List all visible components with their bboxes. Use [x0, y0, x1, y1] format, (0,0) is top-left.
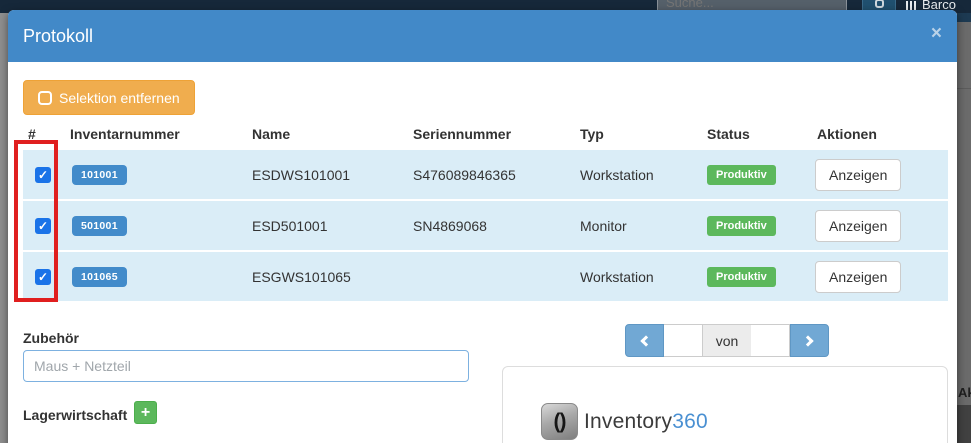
- warehouse-label: Lagerwirtschaft: [23, 407, 127, 423]
- row-serial: SN4869068: [413, 218, 487, 234]
- col-header-check: #: [28, 126, 36, 142]
- background-block-fragment: [957, 405, 971, 443]
- table-row: ✓ 101065 ESGWS101065 Workstation Produkt…: [23, 252, 948, 301]
- check-icon: ✓: [38, 271, 48, 283]
- table-row: ✓ 101001 ESDWS101001 S476089846365 Works…: [23, 150, 948, 199]
- chevron-left-icon: [640, 335, 651, 346]
- modal-header: Protokoll ×: [8, 10, 957, 62]
- accessories-label: Zubehör: [23, 330, 79, 346]
- previous-page-button[interactable]: [625, 324, 664, 357]
- accessories-input[interactable]: [23, 350, 469, 382]
- camera-icon: [875, 0, 884, 8]
- col-header-serial: Seriennummer: [413, 126, 511, 142]
- table-row: ✓ 501001 ESD501001 SN4869068 Monitor Pro…: [23, 201, 948, 250]
- row-name: ESDWS101001: [252, 167, 350, 183]
- background-divider-fragment: [957, 88, 971, 89]
- pagination: von: [625, 324, 829, 357]
- table-header: # Inventarnummer Name Seriennummer Typ S…: [23, 124, 948, 148]
- inventory360-logo-icon: (): [541, 403, 578, 440]
- show-button[interactable]: Anzeigen: [815, 261, 901, 293]
- inventory-number-badge: 101001: [72, 165, 127, 185]
- remove-selection-button[interactable]: Selektion entfernen: [23, 80, 195, 115]
- col-header-actions: Aktionen: [817, 126, 877, 142]
- row-type: Workstation: [580, 167, 654, 183]
- chevron-right-icon: [802, 335, 813, 346]
- check-icon: ✓: [38, 169, 48, 181]
- row-checkbox[interactable]: ✓: [35, 218, 51, 234]
- show-button[interactable]: Anzeigen: [815, 159, 901, 191]
- protokoll-modal: Protokoll × Selektion entfernen # Invent…: [8, 10, 957, 443]
- inventory-number-badge: 501001: [72, 216, 127, 236]
- col-header-inventory: Inventarnummer: [70, 126, 180, 142]
- backdrop-left: [0, 13, 8, 443]
- status-badge: Produktiv: [707, 165, 776, 185]
- add-warehouse-button[interactable]: +: [134, 401, 157, 424]
- show-button[interactable]: Anzeigen: [815, 210, 901, 242]
- row-name: ESD501001: [252, 218, 328, 234]
- col-header-status: Status: [707, 126, 750, 142]
- total-pages-input[interactable]: [751, 324, 790, 357]
- checkbox-outline-icon: [38, 91, 52, 105]
- row-name: ESGWS101065: [252, 269, 351, 285]
- modal-title: Protokoll: [23, 10, 93, 62]
- row-type: Workstation: [580, 269, 654, 285]
- row-checkbox[interactable]: ✓: [35, 167, 51, 183]
- current-page-input[interactable]: [664, 324, 703, 357]
- status-badge: Produktiv: [707, 267, 776, 287]
- col-header-type: Typ: [580, 126, 604, 142]
- backdrop-right: Ak: [957, 13, 971, 443]
- background-text-fragment: Ak: [958, 385, 971, 400]
- branding-card: () Inventory360: [502, 366, 948, 443]
- status-badge: Produktiv: [707, 216, 776, 236]
- inventory360-logo: () Inventory360: [541, 403, 708, 440]
- row-checkbox[interactable]: ✓: [35, 269, 51, 285]
- background-panel-fragment: [957, 13, 971, 22]
- pagination-separator: von: [703, 324, 751, 357]
- logo-text-accent: 360: [672, 410, 708, 433]
- remove-selection-label: Selektion entfernen: [59, 90, 180, 106]
- next-page-button[interactable]: [790, 324, 829, 357]
- check-icon: ✓: [38, 220, 48, 232]
- inventory360-logo-text: Inventory360: [584, 410, 708, 434]
- row-serial: S476089846365: [413, 167, 516, 183]
- col-header-name: Name: [252, 126, 290, 142]
- plus-icon: +: [141, 404, 150, 422]
- logo-text-primary: Inventory: [584, 410, 672, 433]
- row-type: Monitor: [580, 218, 627, 234]
- close-icon[interactable]: ×: [931, 24, 942, 44]
- inventory-number-badge: 101065: [72, 267, 127, 287]
